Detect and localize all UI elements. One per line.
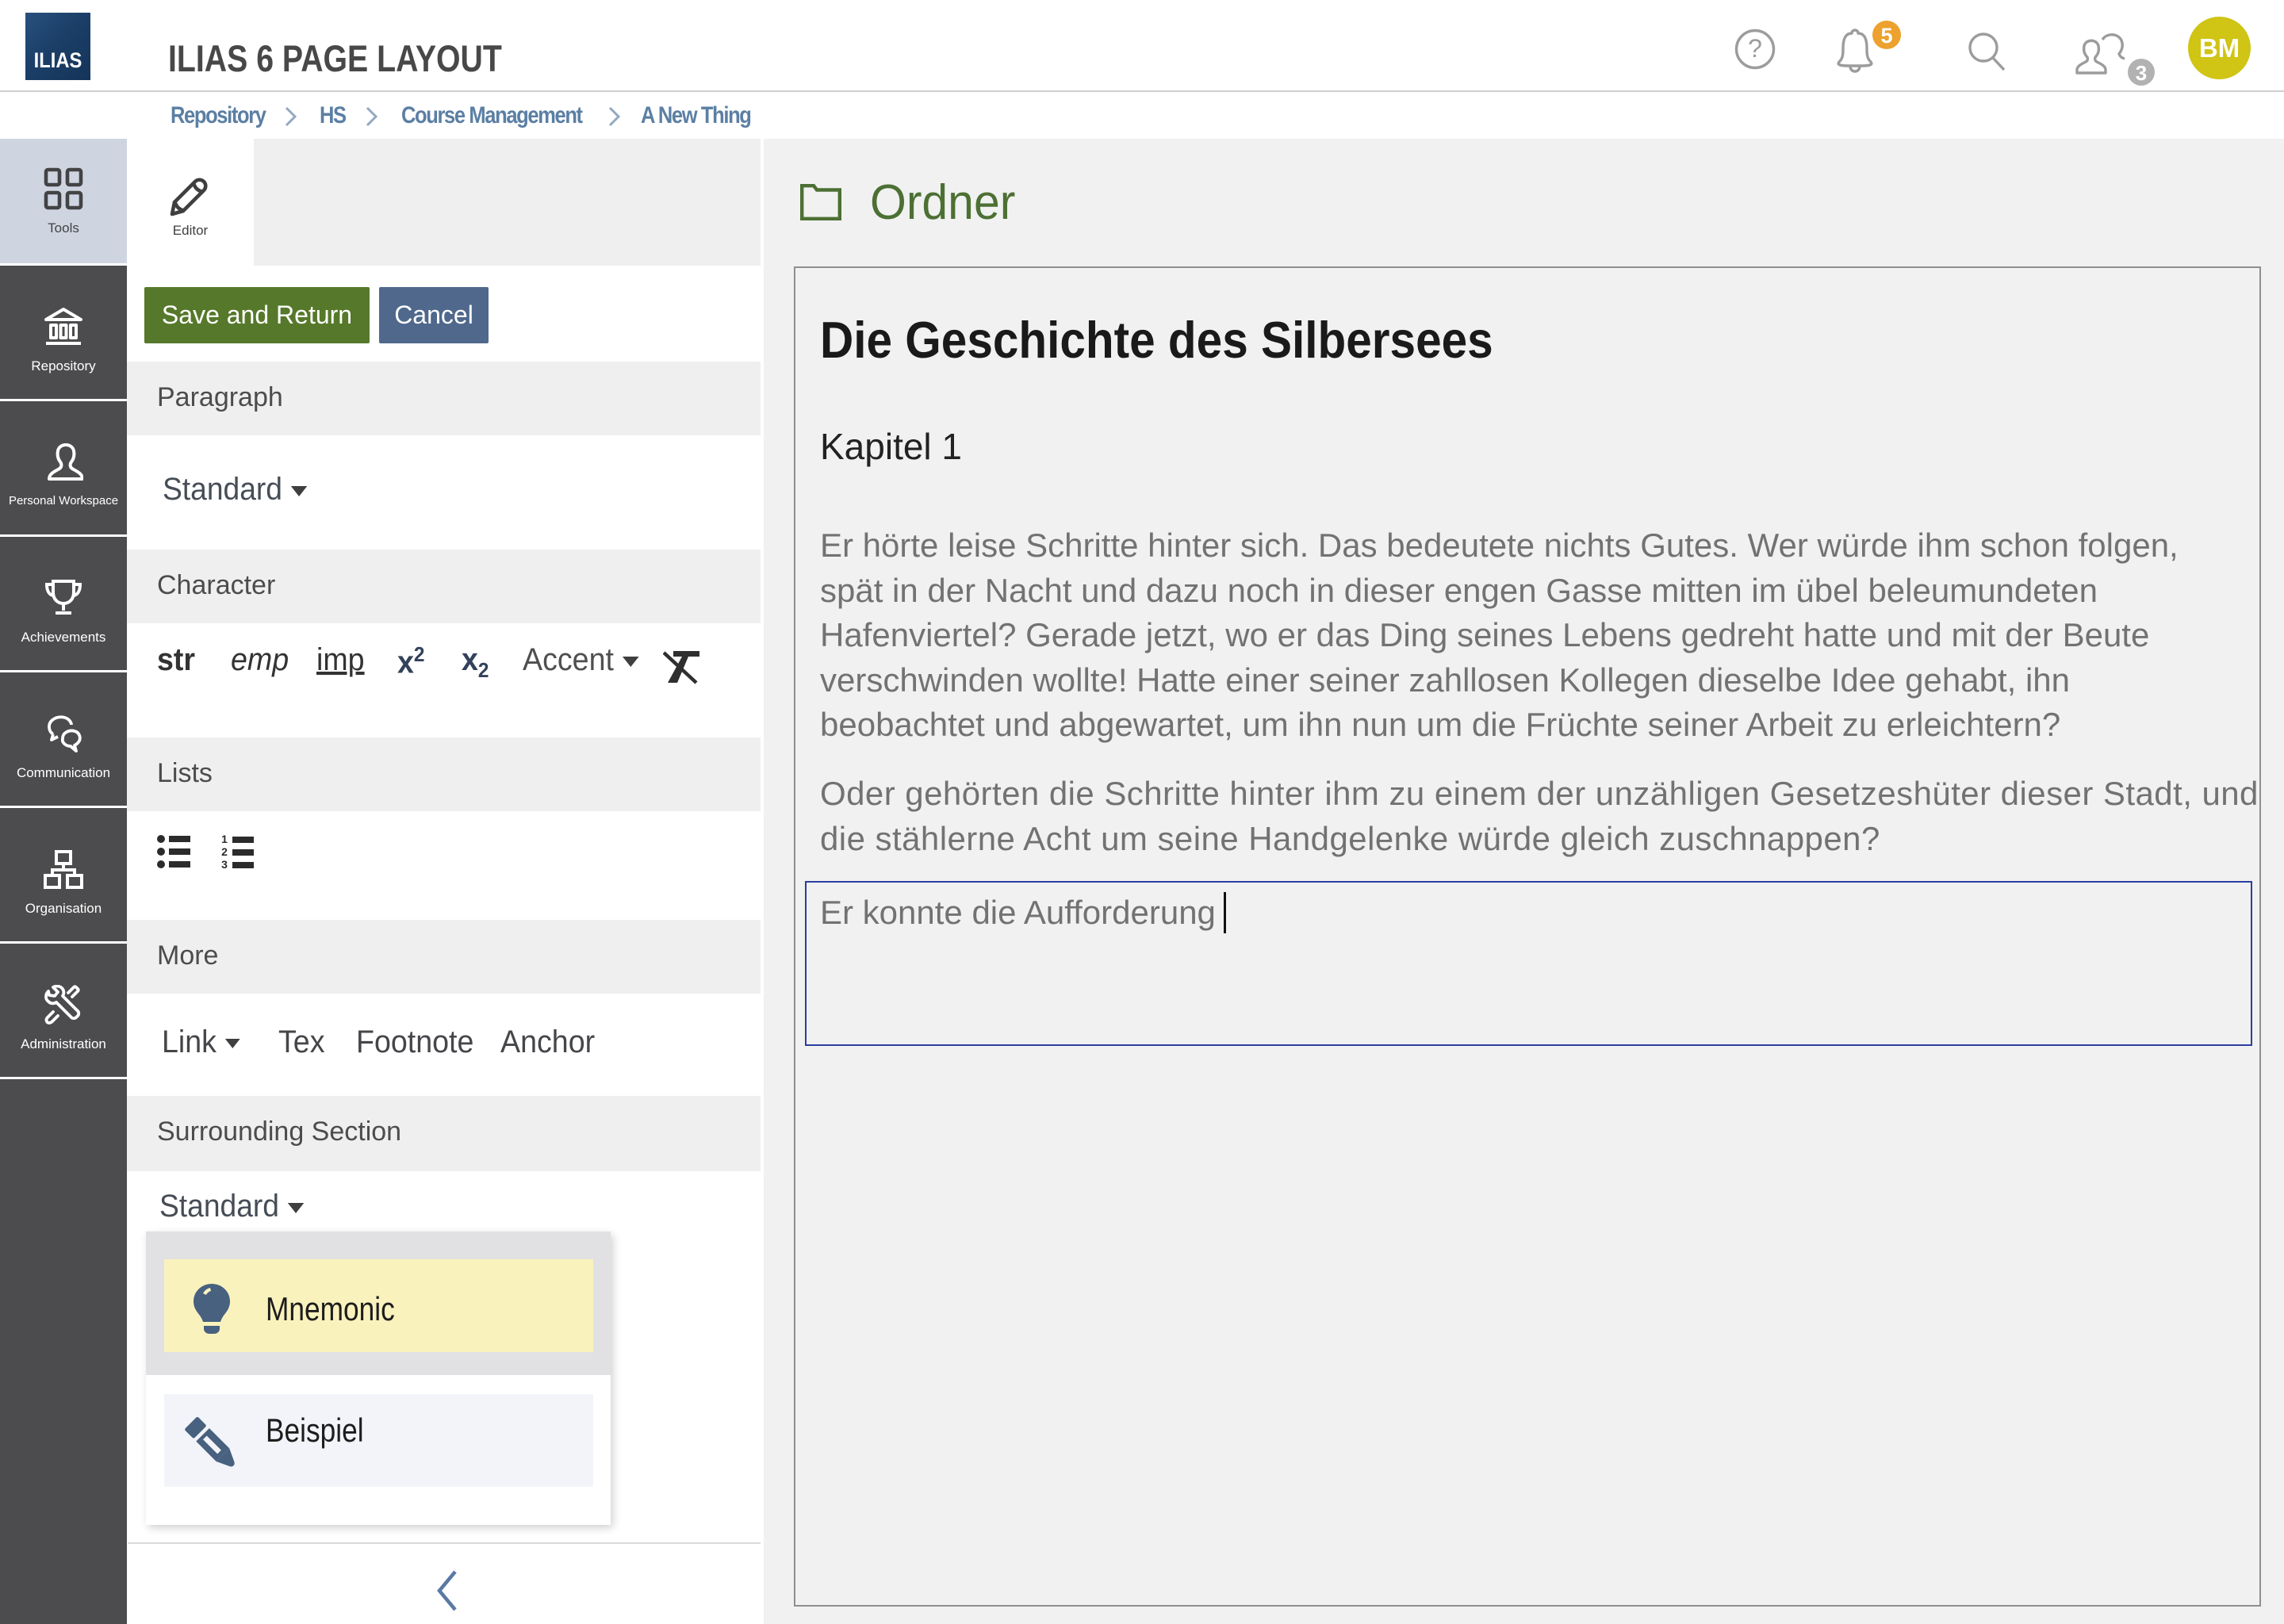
svg-text:2: 2 <box>221 845 228 858</box>
svg-text:3: 3 <box>221 858 228 871</box>
svg-text:3: 3 <box>2136 61 2147 85</box>
svg-text:?: ? <box>1748 34 1762 63</box>
svg-text:1: 1 <box>221 834 228 845</box>
svg-text:5: 5 <box>1880 24 1892 48</box>
